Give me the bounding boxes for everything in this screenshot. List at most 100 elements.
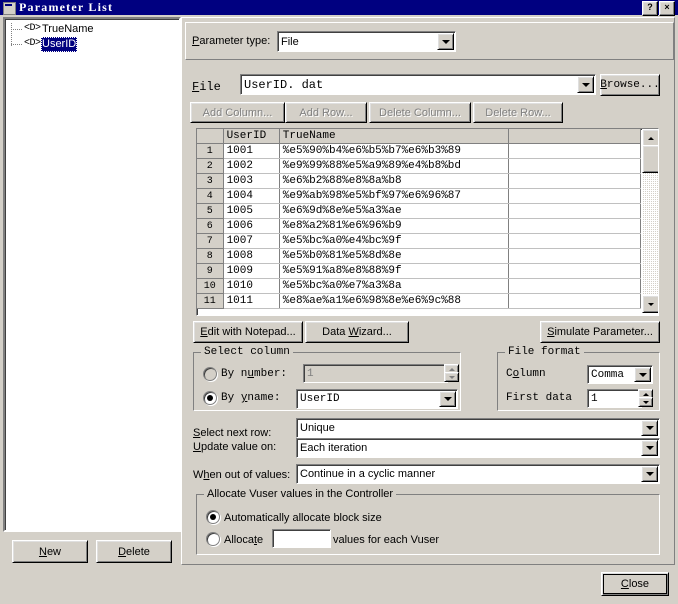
update-value-on-combo[interactable]: Each iteration xyxy=(296,438,660,458)
table-row[interactable]: 7 1007 %e5%bc%a0%e4%bc%9f xyxy=(197,233,641,249)
delete-column-button[interactable]: Delete Column... xyxy=(369,102,471,123)
grid-vertical-scrollbar[interactable] xyxy=(642,129,658,313)
delete-button[interactable]: Delete xyxy=(96,540,172,563)
cell-empty[interactable] xyxy=(508,203,641,219)
table-row[interactable]: 4 1004 %e9%ab%98%e5%bf%97%e6%96%87 xyxy=(197,188,641,204)
row-number[interactable]: 4 xyxy=(197,188,224,204)
stepper-down-icon[interactable] xyxy=(638,397,653,407)
by-number-stepper[interactable] xyxy=(444,364,459,382)
cell-truename[interactable]: %e6%b2%88%e8%8a%b8 xyxy=(279,173,509,189)
cell-empty[interactable] xyxy=(508,218,641,234)
cell-empty[interactable] xyxy=(508,293,641,309)
chevron-down-icon[interactable] xyxy=(437,33,454,50)
cell-userid[interactable]: 1008 xyxy=(223,248,280,264)
parameter-tree-panel[interactable]: <D> TrueName <D> UserID xyxy=(3,17,181,532)
scrollbar-thumb[interactable] xyxy=(642,145,658,173)
cell-empty[interactable] xyxy=(508,173,641,189)
row-number[interactable]: 11 xyxy=(197,293,224,309)
column-header-truename[interactable]: TrueName xyxy=(279,129,509,144)
cell-truename[interactable]: %e5%90%b4%e6%b5%b7%e6%b3%89 xyxy=(279,143,509,159)
parameter-data-grid[interactable]: UserID TrueName 1 1001 %e5%90%b4%e6%b5%b7%… xyxy=(196,128,659,316)
cell-truename[interactable]: %e9%99%88%e5%a9%89%e4%b8%bd xyxy=(279,158,509,174)
cell-empty[interactable] xyxy=(508,158,641,174)
cell-userid[interactable]: 1003 xyxy=(223,173,280,189)
cell-truename[interactable]: %e8%ae%a1%e6%98%8e%e6%9c%88 xyxy=(279,293,509,309)
help-button[interactable]: ? xyxy=(642,1,658,16)
when-out-of-values-combo[interactable]: Continue in a cyclic manner xyxy=(296,464,660,484)
delete-row-button[interactable]: Delete Row... xyxy=(473,102,563,123)
close-button[interactable]: Close xyxy=(601,572,669,596)
row-number[interactable]: 8 xyxy=(197,248,224,264)
table-row[interactable]: 8 1008 %e5%b0%81%e5%8d%8e xyxy=(197,248,641,264)
cell-userid[interactable]: 1002 xyxy=(223,158,280,174)
edit-with-notepad-button[interactable]: Edit with Notepad... xyxy=(193,321,303,343)
cell-userid[interactable]: 1007 xyxy=(223,233,280,249)
column-header-userid[interactable]: UserID xyxy=(223,129,280,144)
add-column-button[interactable]: Add Column... xyxy=(190,102,285,123)
table-row[interactable]: 3 1003 %e6%b2%88%e8%8a%b8 xyxy=(197,173,641,189)
chevron-down-icon[interactable] xyxy=(641,466,658,482)
cell-truename[interactable]: %e8%a2%81%e6%96%b9 xyxy=(279,218,509,234)
cell-empty[interactable] xyxy=(508,263,641,279)
cell-truename[interactable]: %e5%bc%a0%e7%a3%8a xyxy=(279,278,509,294)
cell-userid[interactable]: 1011 xyxy=(223,293,280,309)
cell-empty[interactable] xyxy=(508,233,641,249)
by-number-input[interactable]: 1 xyxy=(303,364,448,383)
chevron-down-icon[interactable] xyxy=(641,420,658,436)
add-row-button[interactable]: Add Row... xyxy=(285,102,367,123)
first-data-input[interactable]: 1 xyxy=(587,389,642,408)
chevron-down-icon[interactable] xyxy=(641,440,658,456)
cell-truename[interactable]: %e9%ab%98%e5%bf%97%e6%96%87 xyxy=(279,188,509,204)
cell-truename[interactable]: %e5%bc%a0%e4%bc%9f xyxy=(279,233,509,249)
table-row[interactable]: 6 1006 %e8%a2%81%e6%96%b9 xyxy=(197,218,641,234)
cell-userid[interactable]: 1006 xyxy=(223,218,280,234)
column-format-combo[interactable]: Comma xyxy=(587,365,653,384)
row-number[interactable]: 1 xyxy=(197,143,224,159)
chevron-down-icon[interactable] xyxy=(577,76,594,93)
table-row[interactable]: 10 1010 %e5%bc%a0%e7%a3%8a xyxy=(197,278,641,294)
cell-truename[interactable]: %e5%91%a8%e8%88%9f xyxy=(279,263,509,279)
cell-empty[interactable] xyxy=(508,143,641,159)
parameter-type-combo[interactable]: File xyxy=(277,31,456,52)
cell-truename[interactable]: %e6%9d%8e%e5%a3%ae xyxy=(279,203,509,219)
cell-empty[interactable] xyxy=(508,278,641,294)
close-icon[interactable]: × xyxy=(659,1,675,16)
first-data-stepper[interactable] xyxy=(638,389,653,407)
row-number[interactable]: 2 xyxy=(197,158,224,174)
row-number[interactable]: 7 xyxy=(197,233,224,249)
data-wizard-button[interactable]: Data Wizard... xyxy=(305,321,409,343)
row-number[interactable]: 3 xyxy=(197,173,224,189)
cell-empty[interactable] xyxy=(508,248,641,264)
simulate-parameter-button[interactable]: Simulate Parameter... xyxy=(540,321,660,343)
table-row[interactable]: 5 1005 %e6%9d%8e%e5%a3%ae xyxy=(197,203,641,219)
select-next-row-combo[interactable]: Unique xyxy=(296,418,660,438)
grid-corner-cell[interactable] xyxy=(197,129,224,144)
row-number[interactable]: 9 xyxy=(197,263,224,279)
table-row[interactable]: 11 1011 %e8%ae%a1%e6%98%8e%e6%9c%88 xyxy=(197,293,641,309)
table-row[interactable]: 9 1009 %e5%91%a8%e8%88%9f xyxy=(197,263,641,279)
manual-allocate-radio[interactable] xyxy=(206,532,220,546)
allocate-values-input[interactable] xyxy=(272,529,331,548)
cell-userid[interactable]: 1010 xyxy=(223,278,280,294)
stepper-down-icon[interactable] xyxy=(444,372,459,382)
chevron-down-icon[interactable] xyxy=(634,367,651,382)
scroll-down-icon[interactable] xyxy=(642,295,658,313)
by-number-radio[interactable] xyxy=(203,367,217,381)
auto-allocate-radio[interactable] xyxy=(206,510,220,524)
table-row[interactable]: 2 1002 %e9%99%88%e5%a9%89%e4%b8%bd xyxy=(197,158,641,174)
cell-userid[interactable]: 1001 xyxy=(223,143,280,159)
column-header-empty[interactable] xyxy=(508,129,641,144)
by-name-combo[interactable]: UserID xyxy=(296,389,458,409)
table-row[interactable]: 1 1001 %e5%90%b4%e6%b5%b7%e6%b3%89 xyxy=(197,143,641,159)
cell-userid[interactable]: 1009 xyxy=(223,263,280,279)
chevron-down-icon[interactable] xyxy=(439,391,456,407)
cell-truename[interactable]: %e5%b0%81%e5%8d%8e xyxy=(279,248,509,264)
row-number[interactable]: 6 xyxy=(197,218,224,234)
row-number[interactable]: 5 xyxy=(197,203,224,219)
by-name-radio[interactable] xyxy=(203,391,217,405)
cell-userid[interactable]: 1004 xyxy=(223,188,280,204)
row-number[interactable]: 10 xyxy=(197,278,224,294)
new-button[interactable]: New xyxy=(12,540,88,563)
browse-button[interactable]: Browse... xyxy=(600,74,660,96)
file-combo[interactable]: UserID. dat xyxy=(240,74,596,95)
